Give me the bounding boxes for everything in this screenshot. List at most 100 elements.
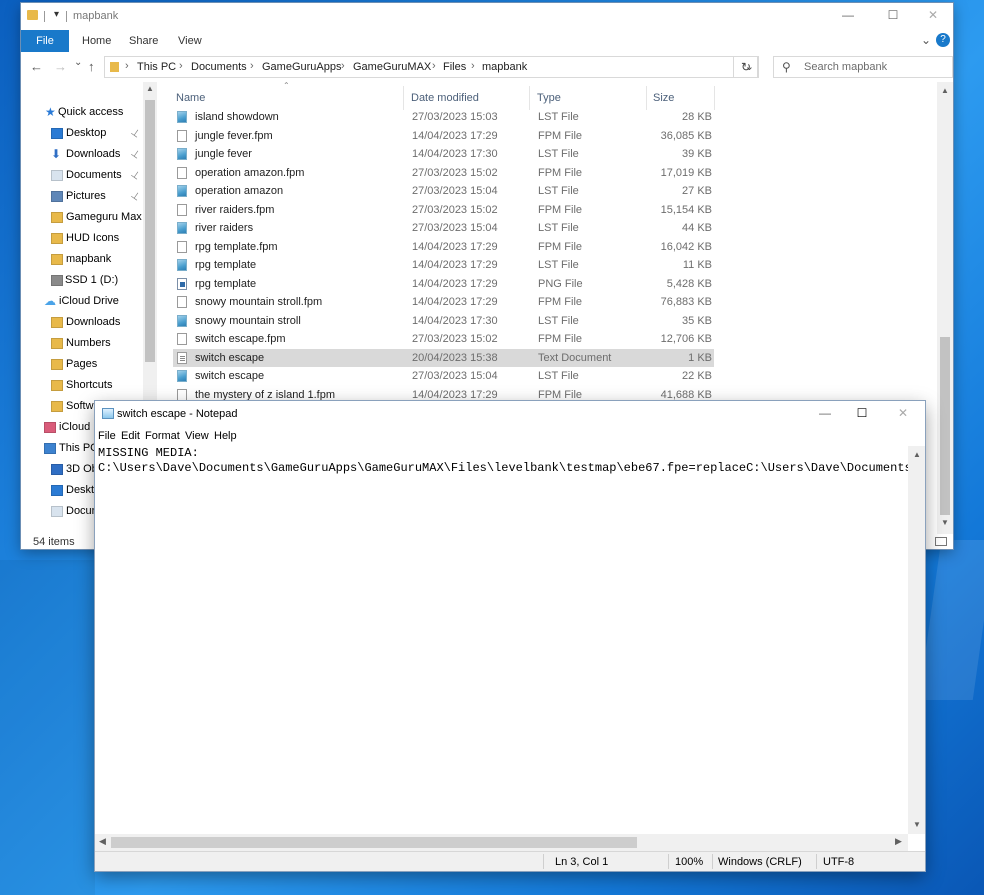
drive-icon: [51, 275, 63, 286]
close-button[interactable]: ✕: [923, 8, 943, 24]
breadcrumb-this-pc[interactable]: This PC: [137, 61, 176, 73]
file-name: snowy mountain stroll: [195, 314, 301, 327]
details-view-icon[interactable]: [935, 537, 947, 546]
table-row[interactable]: rpg template.fpm 14/04/2023 17:29 FPM File…: [173, 238, 714, 256]
ribbon-file-tab[interactable]: File: [21, 30, 69, 52]
fpm-file-icon: [177, 240, 187, 253]
sidebar-item-documents[interactable]: Documents ⊥: [21, 165, 157, 186]
up-arrow-icon[interactable]: ↑: [88, 59, 95, 74]
sidebar-item-pictures[interactable]: Pictures ⊥: [21, 186, 157, 207]
refresh-button[interactable]: ↻: [733, 56, 759, 78]
scroll-right-arrow-icon[interactable]: ▶: [895, 836, 902, 847]
table-row[interactable]: switch escape 27/03/2023 15:04 LST File 22 …: [173, 367, 714, 385]
table-row[interactable]: operation amazon.fpm 27/03/2023 15:02 FPM …: [173, 164, 714, 182]
menu-view[interactable]: View: [185, 430, 209, 442]
table-row[interactable]: rpg template 14/04/2023 17:29 LST File 11 K…: [173, 256, 714, 274]
table-row[interactable]: snowy mountain stroll.fpm 14/04/2023 17:2…: [173, 293, 714, 311]
notepad-title-bar[interactable]: switch escape - Notepad — ☐ ✕: [95, 401, 925, 428]
text-editor[interactable]: MISSING MEDIA: C:\Users\Dave\Documents\G…: [98, 446, 908, 834]
table-row[interactable]: island showdown 27/03/2023 15:03 LST File 2…: [173, 108, 714, 126]
scroll-up-arrow-icon[interactable]: ▲: [146, 84, 154, 93]
menu-format[interactable]: Format: [145, 430, 180, 442]
column-divider[interactable]: [714, 86, 715, 110]
maximize-button[interactable]: ☐: [883, 8, 903, 24]
breadcrumb-documents[interactable]: Documents: [191, 61, 247, 73]
search-input[interactable]: Search mapbank: [804, 61, 887, 73]
file-size: 36,085 KB: [660, 129, 712, 142]
file-name: rpg template: [195, 277, 257, 290]
table-row[interactable]: switch escape.fpm 27/03/2023 15:02 FPM Fil…: [173, 330, 714, 348]
column-header-date-modified[interactable]: Date modified: [411, 92, 479, 104]
editor-horizontal-scrollbar[interactable]: ◀ ▶: [95, 834, 908, 851]
column-header-type[interactable]: Type: [537, 92, 561, 104]
recent-locations-chevron-icon[interactable]: ⌄: [74, 57, 82, 68]
scroll-up-arrow-icon[interactable]: ▲: [913, 450, 921, 459]
notepad-menu-bar: File Edit Format View Help: [95, 428, 925, 446]
photos-icon: [44, 422, 56, 433]
ribbon-home-tab[interactable]: Home: [82, 30, 111, 52]
sidebar-item-shortcuts[interactable]: Shortcuts: [21, 375, 157, 396]
menu-file[interactable]: File: [98, 430, 116, 442]
column-divider[interactable]: [646, 86, 647, 110]
sidebar-item-ssd-1-d[interactable]: SSD 1 (D:): [21, 270, 157, 291]
column-header-size[interactable]: Size: [653, 92, 674, 104]
minimize-button[interactable]: —: [815, 406, 835, 422]
scroll-down-arrow-icon[interactable]: ▼: [913, 820, 921, 829]
breadcrumb-gamegurumax[interactable]: GameGuruMAX: [353, 61, 431, 73]
forward-arrow-icon[interactable]: →: [54, 59, 67, 74]
notepad-window[interactable]: switch escape - Notepad — ☐ ✕ File Edit …: [95, 401, 925, 871]
sidebar-item-mapbank[interactable]: mapbank: [21, 249, 157, 270]
help-icon[interactable]: ?: [936, 33, 950, 47]
maximize-button[interactable]: ☐: [852, 406, 872, 422]
table-row[interactable]: snowy mountain stroll 14/04/2023 17:30 LST…: [173, 312, 714, 330]
breadcrumb-mapbank[interactable]: mapbank: [482, 61, 527, 73]
menu-help[interactable]: Help: [214, 430, 237, 442]
quick-access-toolbar-dropdown[interactable]: ▾: [54, 9, 59, 20]
minimize-button[interactable]: —: [838, 8, 858, 24]
table-row[interactable]: operation amazon 27/03/2023 15:04 LST File…: [173, 182, 714, 200]
column-header-name[interactable]: Name: [176, 92, 205, 104]
file-list-scrollbar[interactable]: ▲ ▼: [937, 82, 953, 534]
explorer-title-bar[interactable]: ▾ mapbank — ☐ ✕: [21, 3, 953, 30]
ribbon-share-tab[interactable]: Share: [129, 30, 158, 52]
table-row[interactable]: jungle fever 14/04/2023 17:30 LST File 39 K…: [173, 145, 714, 163]
sidebar-item-quick-access[interactable]: ★ Quick access: [21, 102, 157, 123]
table-row[interactable]: rpg template 14/04/2023 17:29 PNG File 5,42…: [173, 275, 714, 293]
search-box[interactable]: ⚲ Search mapbank: [773, 56, 953, 78]
table-row[interactable]: switch escape 20/04/2023 15:38 Text Docume…: [173, 348, 714, 367]
sidebar-item-downloads[interactable]: Downloads: [21, 312, 157, 333]
desktop-background: [918, 540, 984, 700]
sidebar-item-pages[interactable]: Pages: [21, 354, 157, 375]
sidebar-item-downloads[interactable]: ⬇ Downloads ⊥: [21, 144, 157, 165]
address-bar[interactable]: › This PC › Documents › GameGuruApps › G…: [104, 56, 758, 78]
table-row[interactable]: jungle fever.fpm 14/04/2023 17:29 FPM File…: [173, 127, 714, 145]
ribbon-view-tab[interactable]: View: [178, 30, 202, 52]
sidebar-item-icloud-drive[interactable]: ☁ iCloud Drive: [21, 291, 157, 312]
table-row[interactable]: river raiders 27/03/2023 15:04 LST File 44 …: [173, 219, 714, 237]
file-type: Text Document: [538, 351, 612, 364]
sidebar-item-desktop[interactable]: Desktop ⊥: [21, 123, 157, 144]
file-list-scroll-thumb[interactable]: [940, 337, 950, 515]
back-arrow-icon[interactable]: ←: [30, 59, 43, 74]
breadcrumb-files[interactable]: Files: [443, 61, 466, 73]
editor-vertical-scrollbar[interactable]: ▲ ▼: [908, 446, 925, 834]
column-divider[interactable]: [529, 86, 530, 110]
sidebar-item-numbers[interactable]: Numbers: [21, 333, 157, 354]
scroll-left-arrow-icon[interactable]: ◀: [99, 836, 106, 847]
sidebar-item-label: Shortcuts: [66, 379, 113, 391]
expand-ribbon-chevron-icon[interactable]: ⌄: [921, 33, 931, 47]
sidebar-item-label: Numbers: [66, 337, 111, 349]
scroll-down-arrow-icon[interactable]: ▼: [941, 518, 949, 527]
sidebar-item-gameguru-max[interactable]: Gameguru Max: [21, 207, 157, 228]
editor-horizontal-scroll-thumb[interactable]: [111, 837, 637, 848]
sidebar-item-label: Documents: [66, 169, 122, 181]
close-button[interactable]: ✕: [893, 406, 913, 422]
file-type: LST File: [538, 222, 579, 234]
sidebar-item-hud-icons[interactable]: HUD Icons: [21, 228, 157, 249]
table-row[interactable]: river raiders.fpm 27/03/2023 15:02 FPM Fil…: [173, 201, 714, 219]
breadcrumb-gameguruapps[interactable]: GameGuruApps: [262, 61, 341, 73]
column-divider[interactable]: [403, 86, 404, 110]
menu-edit[interactable]: Edit: [121, 430, 140, 442]
navigation-pane-scroll-thumb[interactable]: [145, 100, 155, 362]
scroll-up-arrow-icon[interactable]: ▲: [941, 86, 949, 95]
